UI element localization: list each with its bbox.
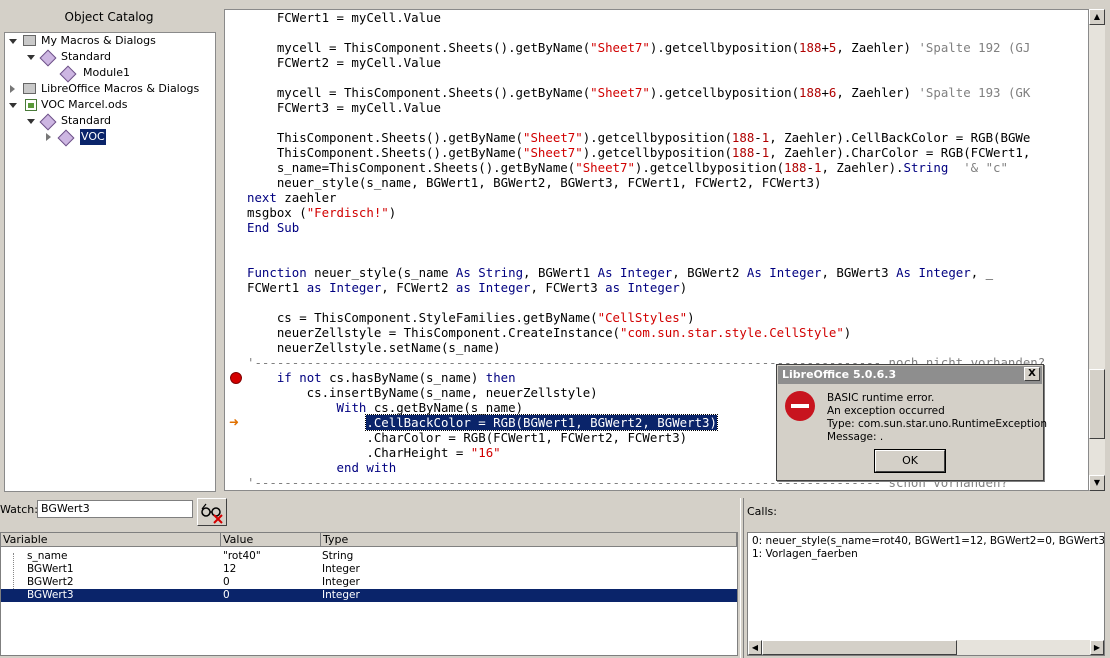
scrollbar-thumb[interactable] bbox=[1089, 369, 1105, 439]
code-line[interactable] bbox=[247, 115, 1045, 130]
cell-value: 0 bbox=[223, 576, 230, 588]
highlighted-error-statement[interactable]: .CellBackColor = RGB(BGWert1, BGWert2, B… bbox=[365, 414, 718, 431]
code-line[interactable]: cs = ThisComponent.StyleFamilies.getByNa… bbox=[247, 310, 1045, 325]
ok-button[interactable]: OK bbox=[874, 449, 946, 473]
module-icon bbox=[61, 67, 73, 79]
code-line[interactable]: neuer_style(s_name, BGWert1, BGWert2, BG… bbox=[247, 175, 1045, 190]
cell-type: Integer bbox=[322, 576, 360, 588]
watch-table[interactable]: Variable Value Type s_name "rot40" Strin… bbox=[0, 532, 738, 656]
watch-input[interactable]: BGWert3 bbox=[37, 500, 193, 518]
code-line[interactable]: FCWert2 = myCell.Value bbox=[247, 55, 1045, 70]
cell-value: 0 bbox=[223, 589, 230, 601]
tree-item-label: VOC Marcel.ods bbox=[41, 98, 128, 111]
code-line[interactable]: neuerZellstyle.setName(s_name) bbox=[247, 340, 1045, 355]
cell-variable: BGWert3 bbox=[27, 589, 74, 601]
cell-value: "rot40" bbox=[223, 550, 261, 562]
object-catalog-title: Object Catalog bbox=[64, 10, 154, 24]
code-line[interactable]: ThisComponent.Sheets().getByName("Sheet7… bbox=[247, 145, 1045, 160]
horizontal-splitter[interactable] bbox=[0, 492, 1110, 498]
code-line[interactable]: End Sub bbox=[247, 220, 1045, 235]
cell-type: Integer bbox=[322, 589, 360, 601]
cell-variable: BGWert2 bbox=[27, 576, 74, 588]
cell-type: String bbox=[322, 550, 354, 562]
cell-type: Integer bbox=[322, 563, 360, 575]
dialog-message-line: Message: . bbox=[827, 431, 884, 443]
collapse-arrow-icon[interactable] bbox=[10, 85, 15, 93]
tree-item-label: VOC bbox=[79, 128, 107, 146]
watch-label: Watch: bbox=[0, 503, 38, 516]
library-icon bbox=[41, 115, 53, 127]
list-item[interactable]: 1: Vorlagen_faerben bbox=[752, 548, 1100, 561]
scrollbar-thumb[interactable] bbox=[762, 640, 957, 655]
container-icon bbox=[23, 83, 36, 94]
tree-item-label: LibreOffice Macros & Dialogs bbox=[41, 82, 200, 95]
close-icon[interactable]: X bbox=[1024, 367, 1040, 381]
expand-arrow-icon[interactable] bbox=[9, 103, 17, 108]
code-line[interactable] bbox=[247, 250, 1045, 265]
error-dialog: LibreOffice 5.0.6.3 X BASIC runtime erro… bbox=[776, 364, 1047, 481]
expand-arrow-icon[interactable] bbox=[27, 119, 35, 124]
editor-gutter[interactable]: ➜ bbox=[225, 10, 243, 490]
expand-arrow-icon[interactable] bbox=[27, 55, 35, 60]
editor-vertical-scrollbar[interactable]: ▲ ▼ bbox=[1089, 9, 1105, 491]
tree-item-label: Module1 bbox=[83, 66, 130, 79]
code-line[interactable] bbox=[247, 70, 1045, 85]
dialog-message-line: Type: com.sun.star.uno.RuntimeException bbox=[827, 418, 1048, 430]
cell-variable: s_name bbox=[27, 550, 68, 562]
remove-watch-icon bbox=[201, 503, 223, 524]
cell-value: 12 bbox=[223, 563, 237, 575]
code-line[interactable]: msgbox ("Ferdisch!") bbox=[247, 205, 1045, 220]
calls-label: Calls: bbox=[747, 505, 777, 518]
error-icon bbox=[785, 391, 815, 421]
column-header-type[interactable]: Type bbox=[321, 533, 737, 547]
dialog-message: BASIC runtime error. An exception occurre… bbox=[827, 392, 1047, 444]
collapse-arrow-icon[interactable] bbox=[46, 133, 51, 141]
code-line[interactable]: FCWert1 = myCell.Value bbox=[247, 10, 1045, 25]
document-icon bbox=[25, 99, 37, 111]
code-line[interactable]: FCWert3 = myCell.Value bbox=[247, 100, 1045, 115]
code-line[interactable]: ThisComponent.Sheets().getByName("Sheet7… bbox=[247, 130, 1045, 145]
code-line[interactable]: next zaehler bbox=[247, 190, 1045, 205]
scroll-down-icon[interactable]: ▼ bbox=[1089, 475, 1105, 491]
container-icon bbox=[23, 35, 36, 46]
library-icon bbox=[41, 51, 53, 63]
column-header-variable[interactable]: Variable bbox=[1, 533, 221, 547]
dialog-title: LibreOffice 5.0.6.3 bbox=[778, 366, 1042, 384]
tree-item-label: Standard bbox=[61, 50, 112, 63]
code-line[interactable]: Function neuer_style(s_name As String, B… bbox=[247, 265, 1045, 280]
code-line[interactable] bbox=[247, 25, 1045, 40]
cell-variable: BGWert1 bbox=[27, 563, 74, 575]
scroll-right-icon[interactable]: ▶ bbox=[1090, 640, 1104, 655]
expand-arrow-icon[interactable] bbox=[9, 39, 17, 44]
list-item[interactable]: 0: neuer_style(s_name=rot40, BGWert1=12,… bbox=[752, 535, 1104, 548]
dialog-message-line: An exception occurred bbox=[827, 405, 945, 417]
current-line-arrow-icon: ➜ bbox=[229, 415, 240, 429]
code-line[interactable]: mycell = ThisComponent.Sheets().getByNam… bbox=[247, 40, 1045, 55]
object-catalog-panel: Object Catalog My Macros & Dialogs Stand… bbox=[2, 5, 216, 492]
remove-watch-button[interactable] bbox=[197, 498, 227, 526]
table-row[interactable]: BGWert2 0 Integer bbox=[1, 576, 737, 589]
object-catalog-tree[interactable]: My Macros & Dialogs Standard Module1 Lib… bbox=[4, 32, 216, 492]
column-header-value[interactable]: Value bbox=[221, 533, 321, 547]
code-line[interactable] bbox=[247, 295, 1045, 310]
watch-calls-splitter[interactable] bbox=[740, 498, 744, 658]
tree-item-label: My Macros & Dialogs bbox=[41, 34, 156, 47]
calls-horizontal-scrollbar[interactable]: ◀ ▶ bbox=[748, 640, 1104, 655]
scroll-left-icon[interactable]: ◀ bbox=[748, 640, 762, 655]
breakpoint-icon[interactable] bbox=[230, 372, 242, 384]
scroll-up-icon[interactable]: ▲ bbox=[1089, 9, 1105, 25]
code-line[interactable] bbox=[247, 235, 1045, 250]
code-line[interactable]: mycell = ThisComponent.Sheets().getByNam… bbox=[247, 85, 1045, 100]
code-line[interactable]: s_name=ThisComponent.Sheets().getByName(… bbox=[247, 160, 1045, 175]
code-line[interactable]: FCWert1 as Integer, FCWert2 as Integer, … bbox=[247, 280, 1045, 295]
dialog-message-line: BASIC runtime error. bbox=[827, 392, 935, 404]
calls-list[interactable]: 0: neuer_style(s_name=rot40, BGWert1=12,… bbox=[747, 532, 1105, 656]
table-row[interactable]: BGWert1 12 Integer bbox=[1, 563, 737, 576]
code-line[interactable]: neuerZellstyle = ThisComponent.CreateIns… bbox=[247, 325, 1045, 340]
module-icon bbox=[59, 131, 71, 143]
tree-item-label: Standard bbox=[61, 114, 112, 127]
table-row-selected[interactable]: BGWert3 0 Integer bbox=[1, 589, 737, 602]
table-row[interactable]: s_name "rot40" String bbox=[1, 550, 737, 563]
